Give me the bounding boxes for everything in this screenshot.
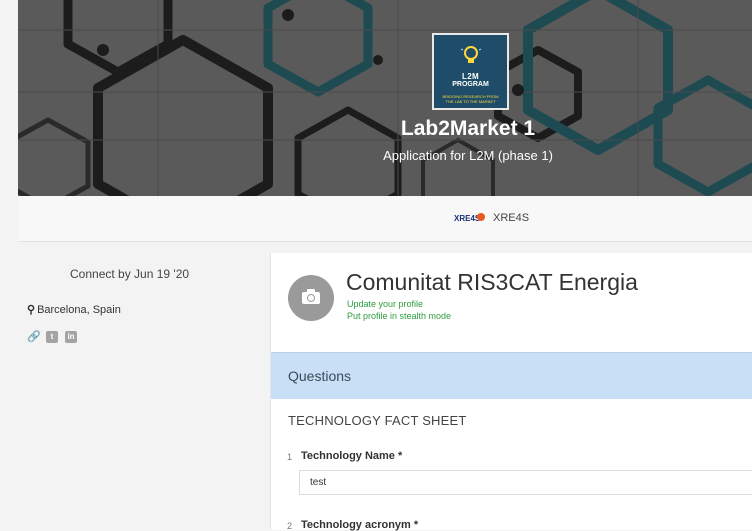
xre4s-logo[interactable]: XRE4S	[454, 210, 486, 226]
logo-text-program: PROGRAM	[452, 81, 489, 88]
social-links: 🔗 t in	[27, 331, 77, 343]
section-title: TECHNOLOGY FACT SHEET	[288, 413, 467, 428]
hex-network-background	[18, 0, 752, 196]
profile-name: Comunitat RIS3CAT Energia	[346, 269, 638, 295]
question-number: 1	[287, 452, 293, 462]
lightbulb-icon	[460, 46, 482, 63]
stealth-mode-link[interactable]: Put profile in stealth mode	[347, 311, 451, 321]
connect-deadline: Connect by Jun 19 '20	[70, 267, 190, 281]
camera-lens	[307, 294, 315, 302]
update-profile-link[interactable]: Update your profile	[347, 299, 423, 309]
twitter-icon[interactable]: t	[46, 331, 58, 343]
questions-label: Questions	[288, 368, 352, 384]
hero-banner: L2M PROGRAM BRIDGING RESEARCH FROM THE L…	[18, 0, 752, 196]
organization-name[interactable]: XRE4S	[493, 212, 529, 224]
question-label: Technology Name *	[301, 450, 403, 462]
map-pin-icon: ⚲	[27, 304, 36, 316]
page-subtitle: Application for L2M (phase 1)	[383, 148, 553, 163]
linkedin-icon[interactable]: in	[65, 331, 77, 343]
program-logo: L2M PROGRAM BRIDGING RESEARCH FROM THE L…	[432, 33, 509, 110]
xre4s-logo-text: XRE4S	[454, 214, 481, 223]
questions-header: Questions	[271, 352, 752, 399]
location-text: Barcelona, Spain	[37, 304, 121, 316]
page-title: Lab2Market 1	[400, 117, 536, 140]
location: ⚲ Barcelona, Spain	[27, 303, 121, 316]
question-label: Technology acronym *	[301, 519, 419, 531]
link-icon[interactable]: 🔗	[27, 331, 41, 343]
technology-name-field[interactable]: test	[299, 470, 752, 495]
logo-text-l2m: L2M	[462, 72, 479, 81]
profile-avatar[interactable]	[288, 275, 334, 321]
application-panel: Comunitat RIS3CAT Energia Update your pr…	[270, 253, 752, 531]
organization-bar: XRE4S XRE4S	[18, 196, 752, 242]
logo-tagline: BRIDGING RESEARCH FROM THE LAB TO THE MA…	[442, 94, 499, 104]
